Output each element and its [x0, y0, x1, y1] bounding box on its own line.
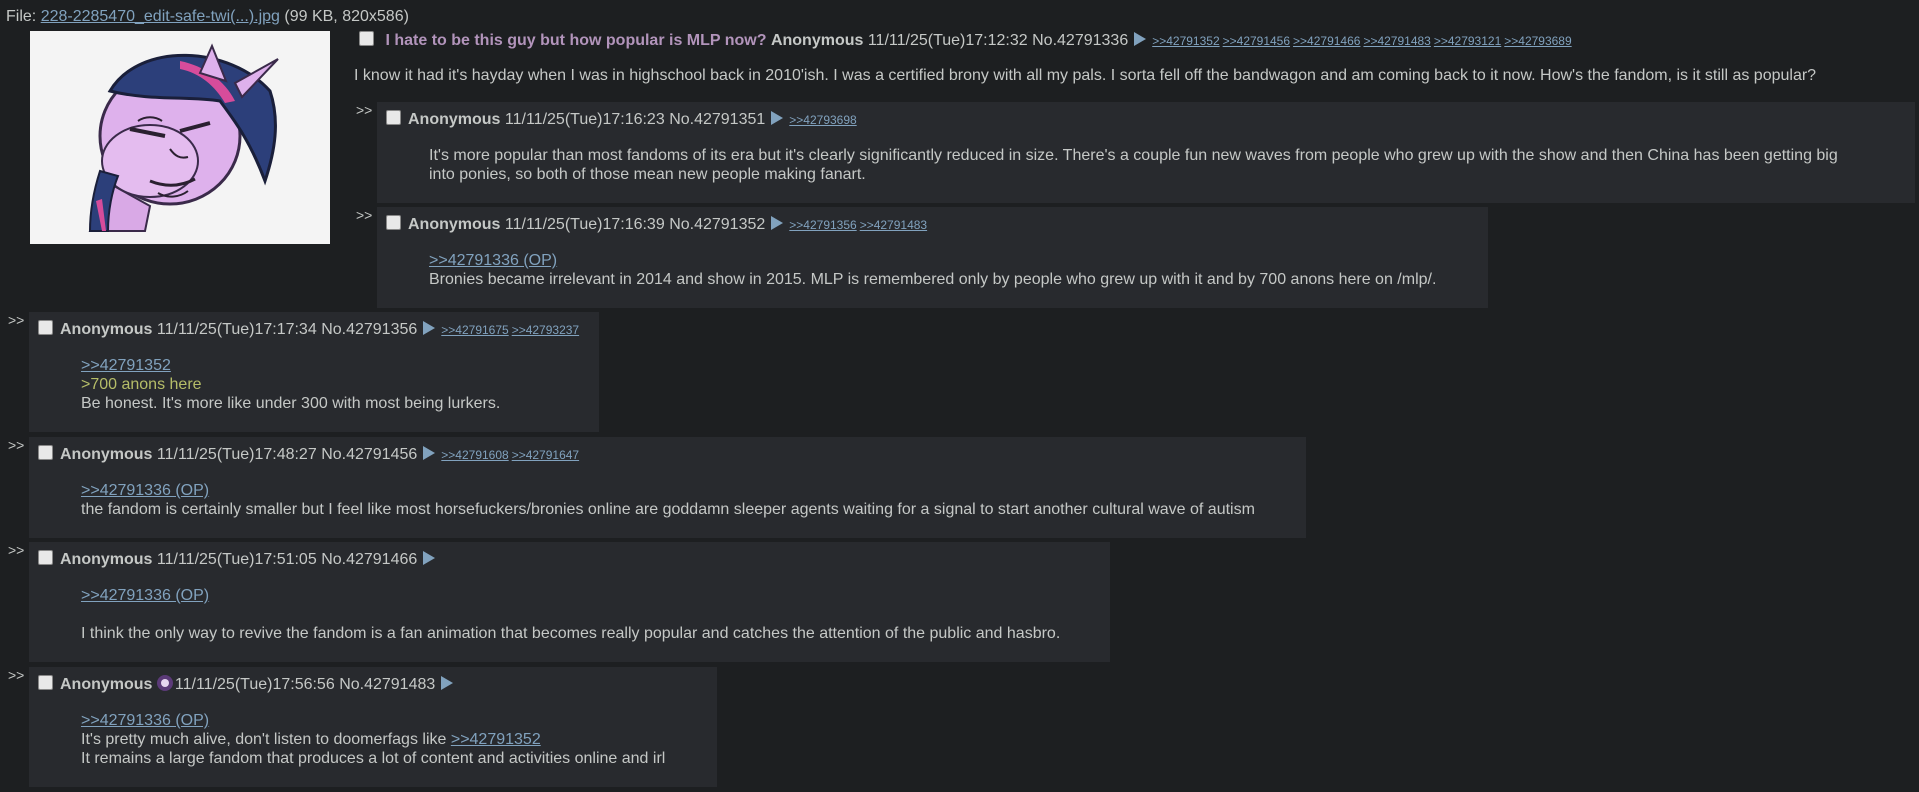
- reply-menu-arrow-icon[interactable]: [771, 216, 784, 230]
- backlink[interactable]: >>42791675: [441, 323, 508, 337]
- message-line: I think the only way to revive the fando…: [81, 625, 1061, 642]
- reply-checkbox[interactable]: [38, 320, 53, 335]
- backlink[interactable]: >>42791647: [512, 448, 579, 462]
- backlink[interactable]: >>42791483: [1363, 34, 1430, 48]
- op-menu-arrow-icon[interactable]: [1134, 32, 1147, 46]
- op-post-number[interactable]: No.42791336: [1032, 32, 1128, 49]
- reply-post: Anonymous 11/11/25(Tue)17:56:56 No.42791…: [29, 667, 717, 787]
- reply-message: >>42791352 >700 anons here Be honest. It…: [81, 356, 500, 413]
- message-line: into ponies, so both of those mean new p…: [429, 166, 866, 183]
- reply-header: Anonymous 11/11/25(Tue)17:56:56 No.42791…: [38, 675, 459, 694]
- reply-message: >>42791336 (OP) It's pretty much alive, …: [81, 711, 665, 768]
- reply-post-number[interactable]: No.42791356: [321, 321, 417, 338]
- backlink[interactable]: >>42793121: [1434, 34, 1501, 48]
- op-message: I know it had it's hayday when I was in …: [354, 67, 1817, 84]
- message-line: Be honest. It's more like under 300 with…: [81, 395, 501, 412]
- reply-menu-arrow-icon[interactable]: [423, 446, 436, 460]
- reply-post: Anonymous 11/11/25(Tue)17:51:05 No.42791…: [29, 542, 1110, 662]
- reply-message: >>42791336 (OP) I think the only way to …: [81, 586, 1060, 643]
- reply-header: Anonymous 11/11/25(Tue)17:48:27 No.42791…: [38, 445, 582, 464]
- reply-datetime: 11/11/25(Tue)17:51:05: [156, 551, 317, 568]
- reply-name: Anonymous: [60, 321, 153, 338]
- reply-name: Anonymous: [60, 676, 153, 693]
- reply-post: Anonymous 11/11/25(Tue)17:16:23 No.42791…: [377, 102, 1915, 203]
- side-arrows: >>: [8, 437, 25, 453]
- backlink[interactable]: >>42793237: [512, 323, 579, 337]
- reply-post-number[interactable]: No.42791351: [669, 111, 765, 128]
- op-subject: I hate to be this guy but how popular is…: [385, 32, 767, 49]
- backlink[interactable]: >>42791456: [1223, 34, 1290, 48]
- reply-post: Anonymous 11/11/25(Tue)17:17:34 No.42791…: [29, 312, 599, 432]
- file-label: File:: [6, 8, 37, 25]
- op-thumbnail[interactable]: [30, 31, 330, 244]
- reply-message: >>42791336 (OP) the fandom is certainly …: [81, 481, 1255, 519]
- pony-face-image: [30, 31, 330, 244]
- op-checkbox[interactable]: [359, 31, 374, 46]
- reply-menu-arrow-icon[interactable]: [771, 111, 784, 125]
- reply-datetime: 11/11/25(Tue)17:56:56: [174, 676, 335, 693]
- quote-link[interactable]: >>42791352: [81, 356, 500, 375]
- message-line: the fandom is certainly smaller but I fe…: [81, 501, 1255, 518]
- backlink[interactable]: >>42791352: [1152, 34, 1219, 48]
- quote-link[interactable]: >>42791336 (OP): [81, 586, 1060, 605]
- reply-name: Anonymous: [408, 111, 501, 128]
- file-info: File: 228-2285470_edit-safe-twi(...).jpg…: [6, 8, 409, 26]
- op-header: I hate to be this guy but how popular is…: [359, 31, 1575, 50]
- side-arrows: >>: [356, 102, 373, 118]
- reply-name: Anonymous: [60, 551, 153, 568]
- file-meta: (99 KB, 820x586): [284, 8, 409, 25]
- side-arrows: >>: [8, 667, 25, 683]
- quote-link[interactable]: >>42791336 (OP): [429, 251, 1436, 270]
- reply-datetime: 11/11/25(Tue)17:48:27: [156, 446, 317, 463]
- reply-datetime: 11/11/25(Tue)17:16:23: [504, 111, 665, 128]
- reply-menu-arrow-icon[interactable]: [423, 321, 436, 335]
- reply-name: Anonymous: [60, 446, 153, 463]
- backlink[interactable]: >>42791356: [789, 218, 856, 232]
- reply-post-number[interactable]: No.42791483: [339, 676, 435, 693]
- reply-datetime: 11/11/25(Tue)17:17:34: [156, 321, 317, 338]
- reply-post: Anonymous 11/11/25(Tue)17:48:27 No.42791…: [29, 437, 1306, 538]
- reply-header: Anonymous 11/11/25(Tue)17:16:39 No.42791…: [386, 215, 930, 234]
- reply-checkbox[interactable]: [38, 550, 53, 565]
- reply-checkbox[interactable]: [38, 445, 53, 460]
- backlink[interactable]: >>42793689: [1504, 34, 1571, 48]
- reply-message: >>42791336 (OP) Bronies became irrelevan…: [429, 251, 1436, 289]
- reply-post-number[interactable]: No.42791466: [321, 551, 417, 568]
- message-line: Bronies became irrelevant in 2014 and sh…: [429, 271, 1437, 288]
- reply-menu-arrow-icon[interactable]: [441, 676, 454, 690]
- file-link[interactable]: 228-2285470_edit-safe-twi(...).jpg: [41, 8, 280, 25]
- quote-link[interactable]: >>42791336 (OP): [81, 711, 665, 730]
- side-arrows: >>: [8, 542, 25, 558]
- backlink[interactable]: >>42791466: [1293, 34, 1360, 48]
- reply-header: Anonymous 11/11/25(Tue)17:16:23 No.42791…: [386, 110, 860, 129]
- quote-link[interactable]: >>42791352: [451, 731, 541, 748]
- message-line: It's more popular than most fandoms of i…: [429, 147, 1838, 164]
- reply-datetime: 11/11/25(Tue)17:16:39: [504, 216, 665, 233]
- backlink[interactable]: >>42791608: [441, 448, 508, 462]
- reply-message: It's more popular than most fandoms of i…: [429, 146, 1838, 184]
- reply-post-number[interactable]: No.42791456: [321, 446, 417, 463]
- message-text: It's pretty much alive, don't listen to …: [81, 731, 451, 748]
- reply-menu-arrow-icon[interactable]: [423, 551, 436, 565]
- message-line: It remains a large fandom that produces …: [81, 750, 666, 767]
- side-arrows: >>: [356, 207, 373, 223]
- reply-header: Anonymous 11/11/25(Tue)17:51:05 No.42791…: [38, 550, 441, 569]
- reply-name: Anonymous: [408, 216, 501, 233]
- backlink[interactable]: >>42793698: [789, 113, 856, 127]
- greentext-line: >700 anons here: [81, 376, 202, 393]
- reply-checkbox[interactable]: [38, 675, 53, 690]
- quote-link[interactable]: >>42791336 (OP): [81, 481, 1255, 500]
- pony-flag-icon: [156, 675, 173, 691]
- side-arrows: >>: [8, 312, 25, 328]
- message-line: It's pretty much alive, don't listen to …: [81, 730, 665, 749]
- op-name: Anonymous: [770, 32, 864, 49]
- reply-header: Anonymous 11/11/25(Tue)17:17:34 No.42791…: [38, 320, 582, 339]
- op-datetime: 11/11/25(Tue)17:12:32: [867, 32, 1028, 49]
- reply-checkbox[interactable]: [386, 215, 401, 230]
- reply-post-number[interactable]: No.42791352: [669, 216, 765, 233]
- reply-post: Anonymous 11/11/25(Tue)17:16:39 No.42791…: [377, 207, 1488, 308]
- reply-checkbox[interactable]: [386, 110, 401, 125]
- backlink[interactable]: >>42791483: [860, 218, 927, 232]
